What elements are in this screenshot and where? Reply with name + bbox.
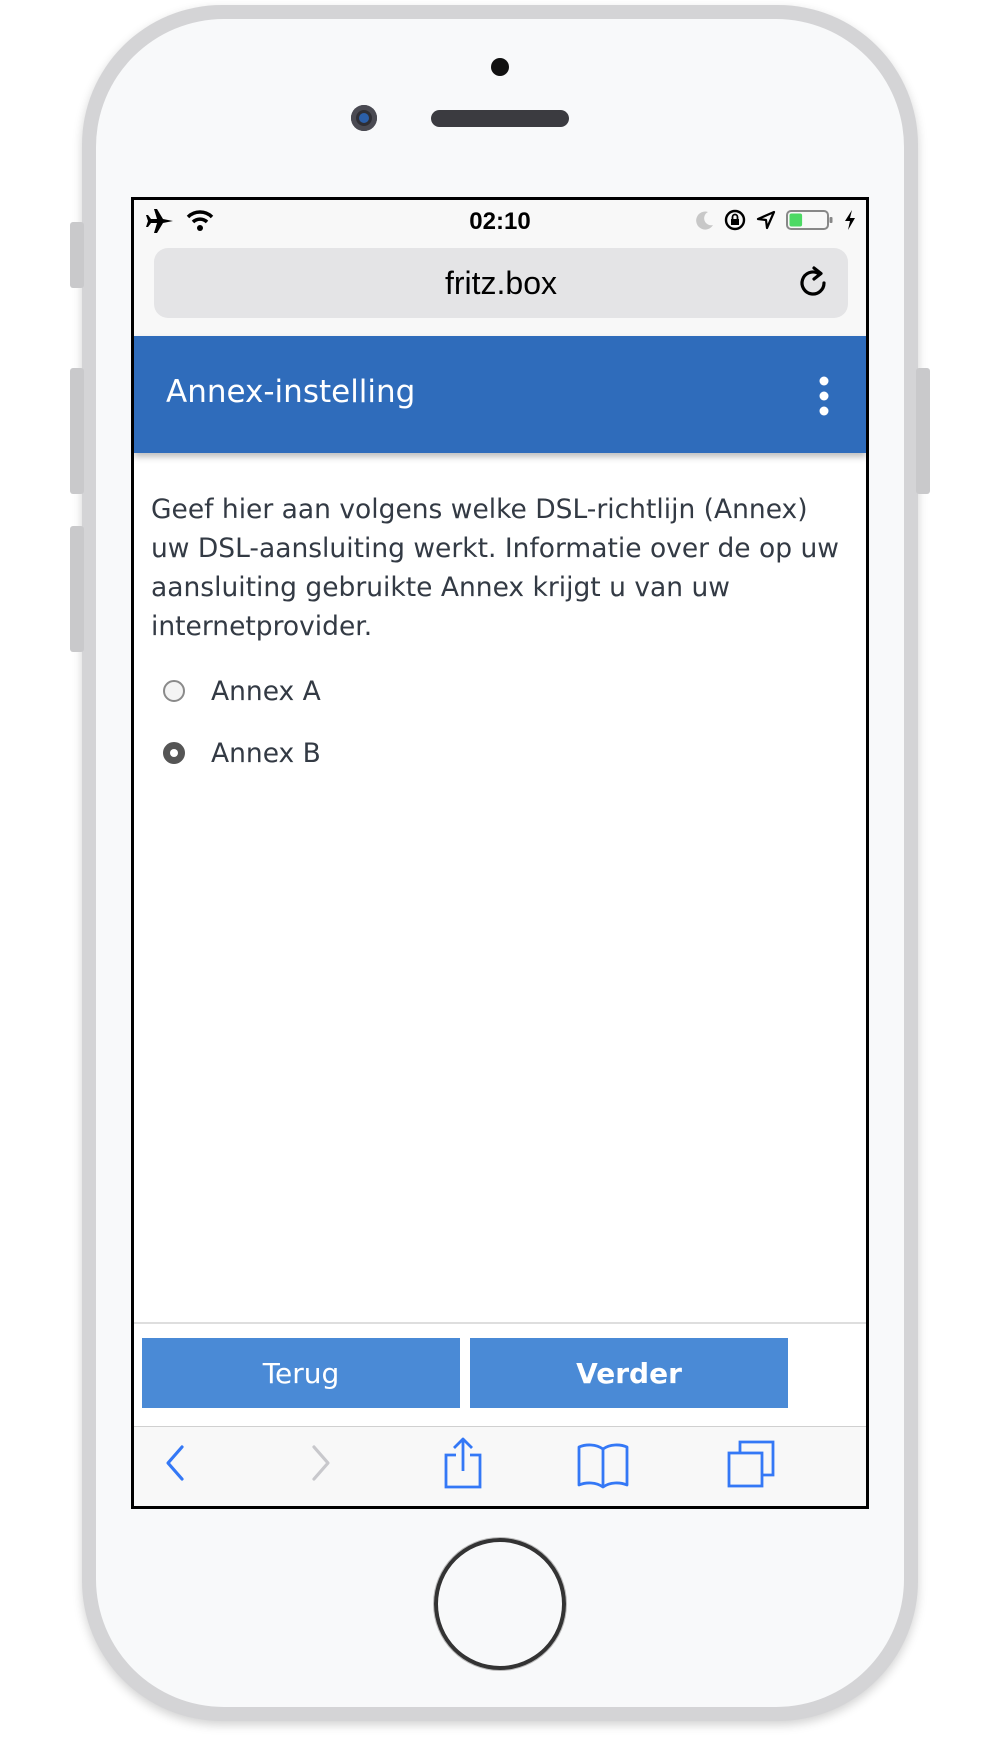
forward-icon[interactable] bbox=[306, 1441, 336, 1485]
charging-icon bbox=[844, 209, 856, 235]
tabs-icon[interactable] bbox=[726, 1439, 776, 1489]
address-bar-area: fritz.box bbox=[134, 246, 866, 336]
more-options-icon[interactable] bbox=[818, 376, 830, 416]
status-bar: 02:10 bbox=[134, 200, 866, 246]
moon-icon bbox=[696, 210, 714, 234]
main-content: Geef hier aan volgens welke DSL-richtlij… bbox=[151, 490, 851, 784]
bookmarks-icon[interactable] bbox=[576, 1441, 630, 1489]
device-mockup: 02:10 fritz.box Annex-instelling Geef hi… bbox=[0, 0, 1000, 1740]
radio-button[interactable] bbox=[163, 680, 185, 702]
home-button[interactable] bbox=[434, 1538, 566, 1670]
radio-option-annex-a[interactable]: Annex A bbox=[151, 660, 851, 722]
screen: 02:10 fritz.box Annex-instelling Geef hi… bbox=[131, 197, 869, 1509]
back-button[interactable]: Terug bbox=[142, 1338, 460, 1408]
description-text: Geef hier aan volgens welke DSL-richtlij… bbox=[151, 494, 839, 642]
volume-up-button bbox=[70, 368, 84, 494]
volume-down-button bbox=[70, 526, 84, 652]
radio-button[interactable] bbox=[163, 742, 185, 764]
mute-switch bbox=[70, 222, 84, 288]
address-bar[interactable]: fritz.box bbox=[154, 248, 848, 318]
reload-icon[interactable] bbox=[796, 265, 832, 301]
orientation-lock-icon bbox=[724, 209, 746, 235]
footer-divider bbox=[134, 1322, 866, 1324]
earpiece-speaker bbox=[431, 110, 569, 127]
radio-option-annex-b[interactable]: Annex B bbox=[151, 722, 851, 784]
app-header: Annex-instelling bbox=[134, 336, 866, 453]
location-icon bbox=[756, 210, 776, 234]
power-button bbox=[916, 368, 930, 494]
browser-toolbar bbox=[134, 1426, 866, 1506]
radio-label: Annex A bbox=[211, 675, 321, 707]
next-button[interactable]: Verder bbox=[470, 1338, 788, 1408]
back-icon[interactable] bbox=[160, 1441, 190, 1485]
share-icon[interactable] bbox=[442, 1437, 484, 1489]
radio-label: Annex B bbox=[211, 737, 321, 769]
battery-icon bbox=[786, 209, 834, 235]
url-text: fritz.box bbox=[444, 265, 558, 301]
page-title: Annex-instelling bbox=[166, 374, 416, 410]
front-camera bbox=[351, 105, 377, 131]
proximity-sensor bbox=[491, 58, 509, 76]
